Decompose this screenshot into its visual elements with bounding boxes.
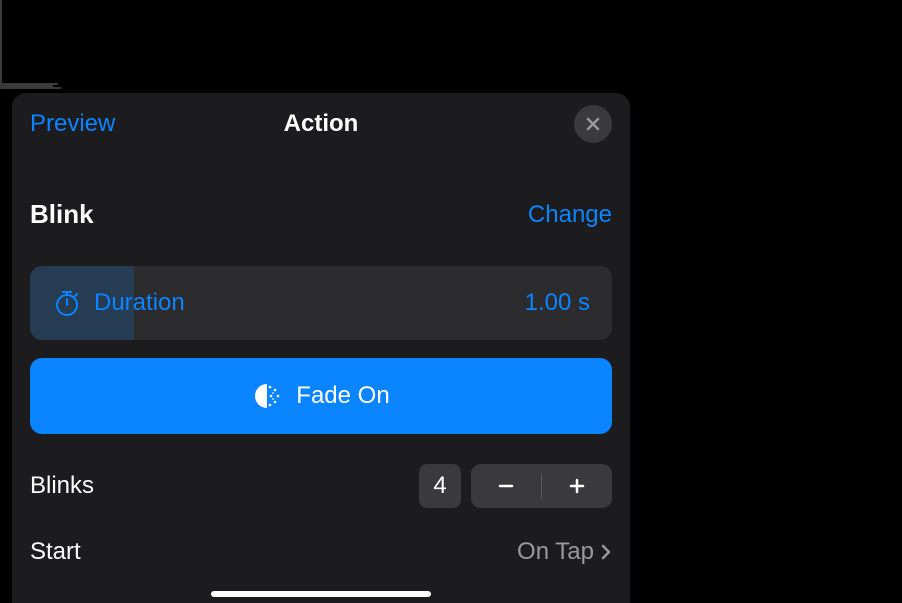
minus-icon (496, 476, 516, 496)
blinks-row: Blinks 4 (30, 464, 612, 508)
duration-label: Duration (94, 289, 185, 317)
change-button[interactable]: Change (528, 201, 612, 229)
blinks-label: Blinks (30, 472, 94, 500)
blinks-value: 4 (419, 464, 461, 508)
fade-icon (252, 381, 282, 411)
effect-name: Blink (30, 199, 94, 230)
chevron-right-icon (600, 543, 612, 561)
effect-row: Blink Change (30, 199, 612, 230)
action-panel: Preview Action Blink Change (12, 93, 630, 603)
panel-title: Action (284, 110, 359, 138)
duration-value: 1.00 s (525, 289, 590, 317)
fade-on-button[interactable]: Fade On (30, 358, 612, 434)
decrement-button[interactable] (471, 464, 541, 508)
increment-button[interactable] (542, 464, 612, 508)
panel-header: Preview Action (12, 93, 630, 155)
start-label: Start (30, 538, 81, 566)
close-button[interactable] (574, 105, 612, 143)
plus-icon (567, 476, 587, 496)
fade-label: Fade On (296, 382, 389, 410)
preview-button[interactable]: Preview (30, 110, 115, 138)
start-value: On Tap (517, 538, 594, 566)
start-value-group[interactable]: On Tap (517, 538, 612, 566)
close-icon (585, 116, 601, 132)
home-indicator[interactable] (211, 591, 431, 597)
blinks-stepper (471, 464, 612, 508)
duration-slider[interactable]: Duration 1.00 s (30, 266, 612, 340)
start-row[interactable]: Start On Tap (30, 538, 612, 576)
stopwatch-icon (52, 288, 82, 318)
